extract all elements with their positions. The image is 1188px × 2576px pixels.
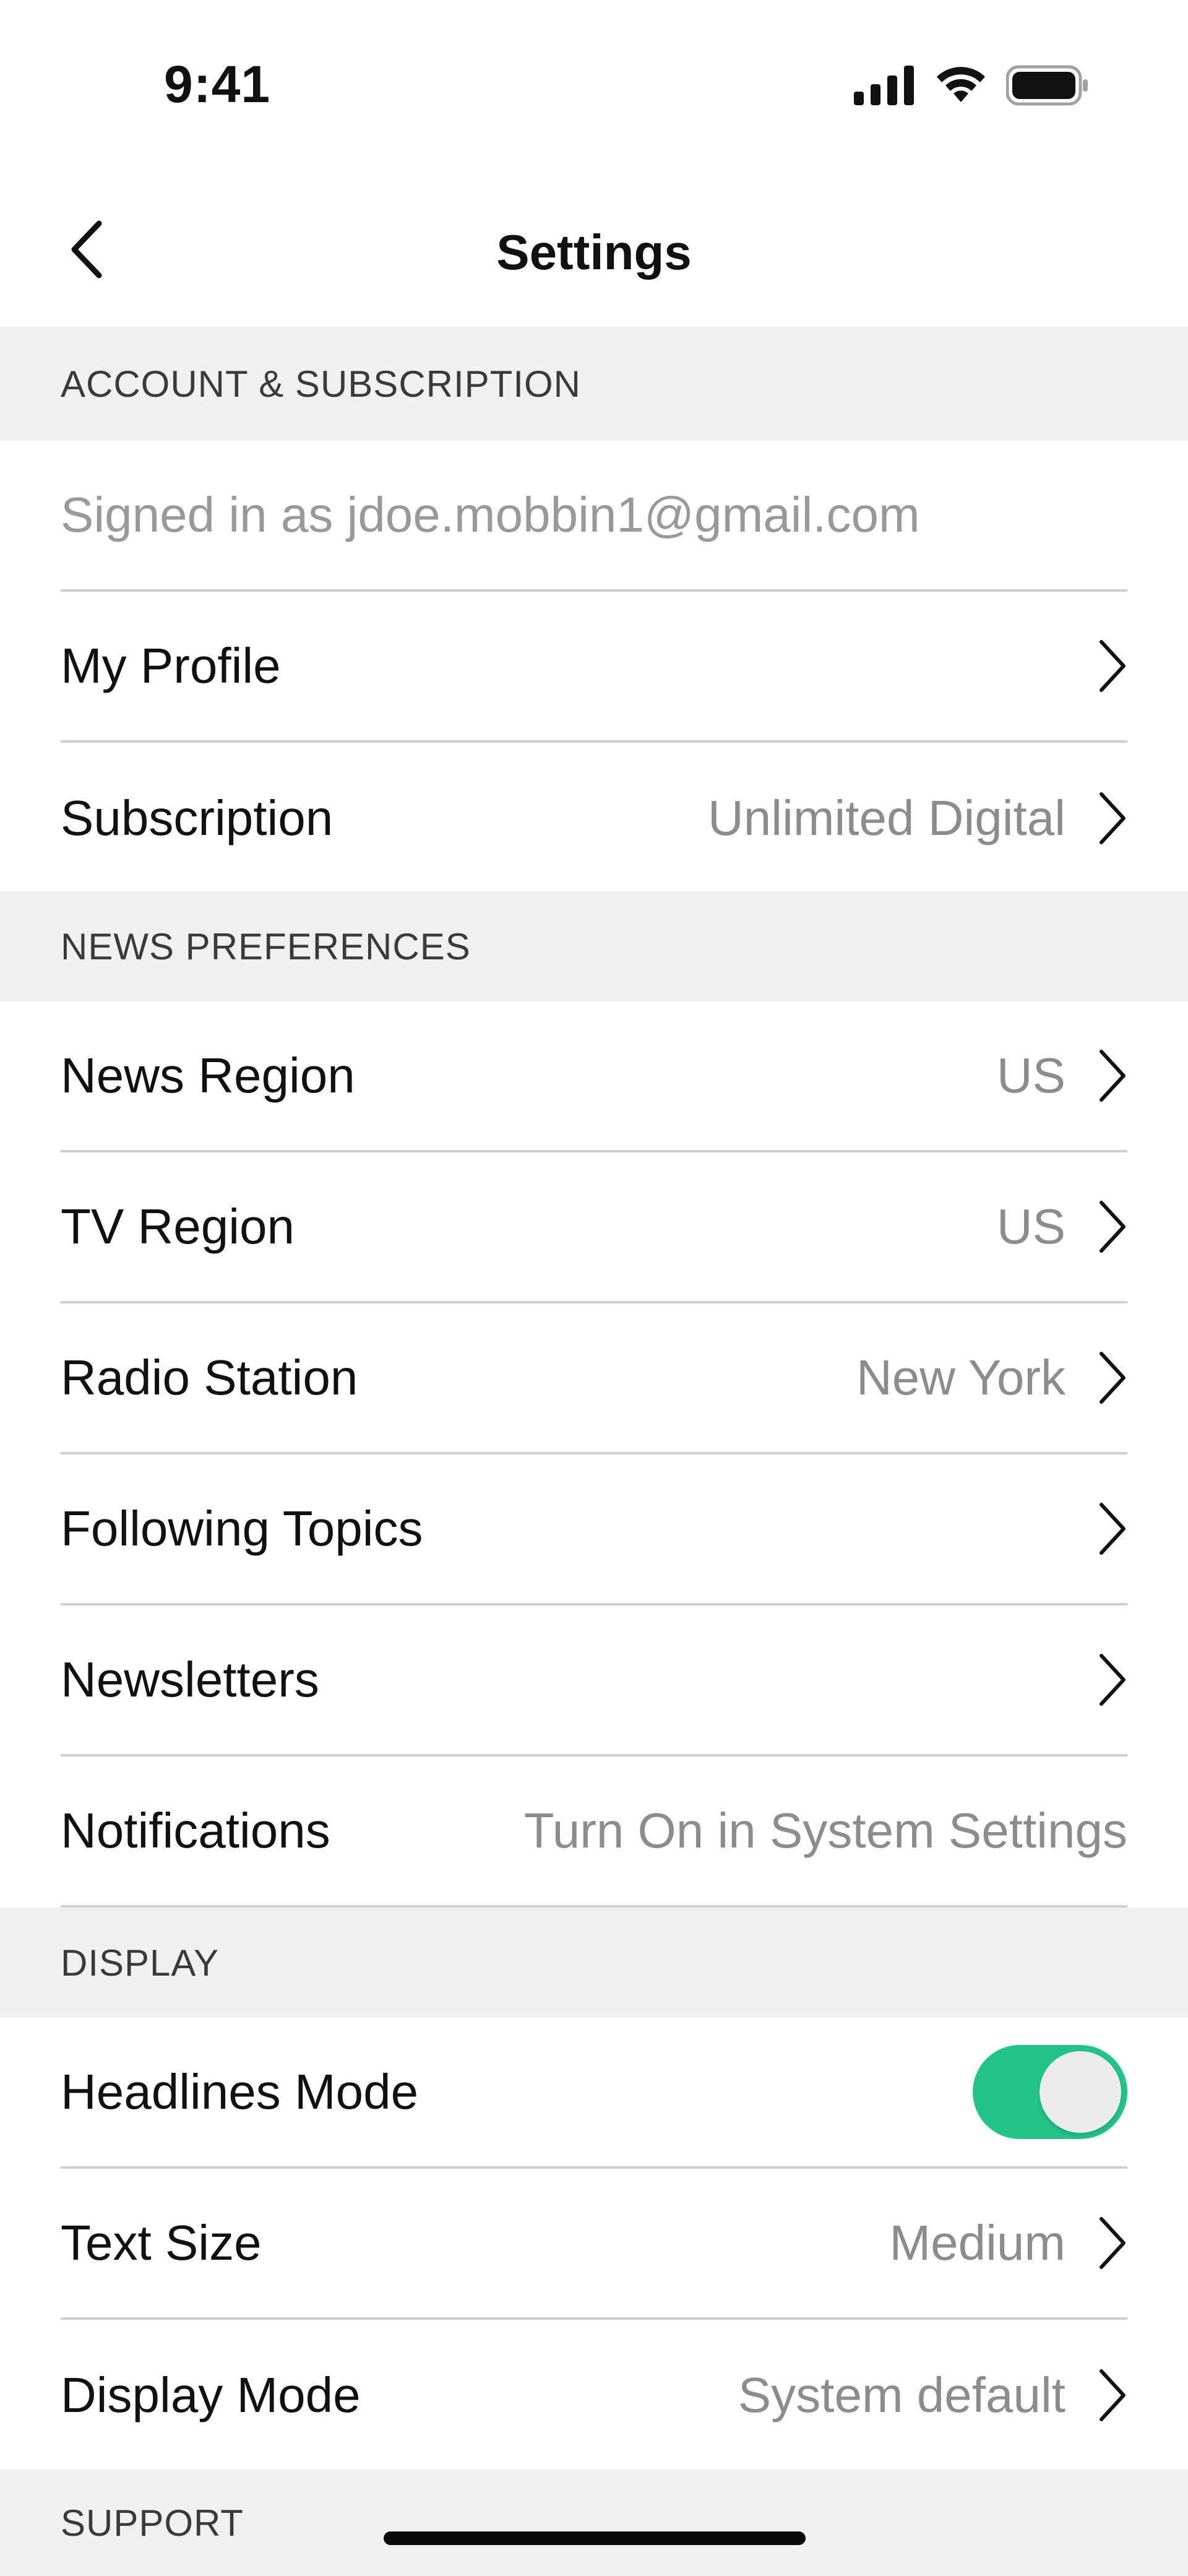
my-profile-label: My Profile	[61, 638, 281, 693]
battery-icon	[1005, 65, 1089, 109]
text-size-label: Text Size	[61, 2215, 262, 2270]
signed-in-row: Signed in as jdoe.mobbin1@gmail.com	[61, 441, 1127, 592]
status-bar: 9:41	[0, 0, 1188, 173]
section-header-support: SUPPORT	[0, 2470, 1188, 2576]
cellular-signal-icon	[854, 66, 916, 108]
section-header-display: DISPLAY	[0, 1908, 1188, 2018]
page-title: Settings	[496, 225, 692, 280]
following-topics-label: Following Topics	[61, 1501, 423, 1556]
section-header-account: ACCOUNT & SUBSCRIPTION	[0, 327, 1188, 441]
tv-region-row[interactable]: TV Region US	[61, 1152, 1127, 1303]
chevron-right-icon	[1090, 2364, 1127, 2426]
home-indicator[interactable]	[384, 2531, 806, 2545]
news-region-label: News Region	[61, 1048, 355, 1103]
chevron-right-icon	[1090, 1498, 1127, 1560]
radio-station-row[interactable]: Radio Station New York	[61, 1303, 1127, 1454]
headlines-mode-toggle[interactable]	[973, 2045, 1127, 2139]
notifications-value: Turn On in System Settings	[523, 1803, 1127, 1858]
newsletters-label: Newsletters	[61, 1652, 319, 1707]
status-icons	[854, 65, 1089, 109]
navigation-bar: Settings	[0, 173, 1188, 327]
radio-station-label: Radio Station	[61, 1350, 358, 1405]
radio-station-value: New York	[856, 1350, 1065, 1405]
news-region-value: US	[996, 1048, 1065, 1103]
tv-region-label: TV Region	[61, 1199, 295, 1254]
toggle-knob	[1040, 2051, 1121, 2133]
my-profile-row[interactable]: My Profile	[61, 592, 1127, 743]
wifi-icon	[933, 65, 989, 109]
chevron-right-icon	[1090, 1045, 1127, 1107]
notifications-label: Notifications	[61, 1803, 330, 1858]
section-header-news: NEWS PREFERENCES	[0, 891, 1188, 1001]
notifications-row[interactable]: Notifications Turn On in System Settings	[61, 1757, 1127, 1908]
newsletters-row[interactable]: Newsletters	[61, 1606, 1127, 1757]
chevron-right-icon	[1090, 635, 1127, 697]
headlines-mode-label: Headlines Mode	[61, 2064, 419, 2119]
following-topics-row[interactable]: Following Topics	[61, 1454, 1127, 1606]
tv-region-value: US	[996, 1199, 1065, 1254]
chevron-right-icon	[1090, 1347, 1127, 1409]
headlines-mode-row: Headlines Mode	[61, 2018, 1127, 2169]
display-mode-value: System default	[738, 2367, 1065, 2423]
subscription-label: Subscription	[61, 790, 334, 845]
news-region-row[interactable]: News Region US	[61, 1001, 1127, 1152]
chevron-right-icon	[1090, 787, 1127, 849]
display-mode-row[interactable]: Display Mode System default	[61, 2320, 1127, 2471]
display-mode-label: Display Mode	[61, 2367, 361, 2423]
text-size-row[interactable]: Text Size Medium	[61, 2169, 1127, 2320]
settings-screen: 9:41 Settings ACCOUNT & SUBSCRIPTION Sig…	[0, 0, 1188, 2576]
status-time: 9:41	[164, 55, 271, 113]
text-size-value: Medium	[889, 2215, 1065, 2270]
chevron-right-icon	[1090, 1649, 1127, 1711]
subscription-row[interactable]: Subscription Unlimited Digital	[61, 743, 1127, 894]
chevron-right-icon	[1090, 2212, 1127, 2274]
chevron-right-icon	[1090, 1196, 1127, 1258]
subscription-value: Unlimited Digital	[708, 790, 1065, 845]
signed-in-label: Signed in as jdoe.mobbin1@gmail.com	[61, 487, 920, 542]
